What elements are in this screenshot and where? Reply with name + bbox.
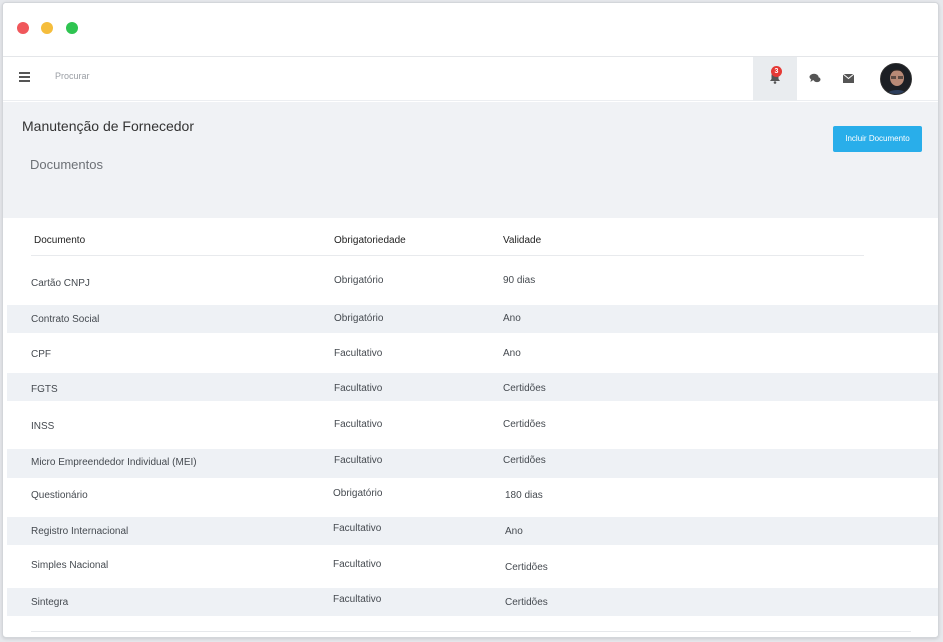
cell-validade: 90 dias — [503, 275, 536, 286]
cell-obrigatoriedade: Facultativo — [334, 383, 383, 394]
close-window-button[interactable] — [17, 22, 29, 34]
top-navbar: Procurar 3 — [3, 57, 938, 101]
minimize-window-button[interactable] — [41, 22, 53, 34]
table-row[interactable]: CPF Facultativo Ano — [7, 333, 938, 373]
table-row[interactable]: Contrato Social Obrigatório Ano — [7, 305, 938, 333]
hamburger-icon[interactable] — [19, 72, 31, 84]
column-header-documento[interactable]: Documento — [34, 235, 85, 246]
user-avatar[interactable] — [880, 63, 912, 95]
cell-documento: Simples Nacional — [31, 560, 109, 571]
cell-validade: Certidões — [505, 562, 548, 573]
page-header: Manutenção de Fornecedor Documentos Incl… — [3, 102, 938, 218]
cell-obrigatoriedade: Facultativo — [333, 594, 382, 605]
cell-validade: Certidões — [505, 597, 548, 608]
cell-documento: CPF — [31, 349, 51, 360]
add-document-button[interactable]: Incluir Documento — [833, 126, 922, 152]
table-row[interactable]: INSS Facultativo Certidões — [7, 401, 938, 449]
cell-obrigatoriedade: Facultativo — [334, 455, 383, 466]
browser-window: Procurar 3 Manutenção de Fornecedor Docu… — [2, 2, 939, 638]
avatar-image — [881, 64, 911, 94]
cell-obrigatoriedade: Facultativo — [333, 559, 382, 570]
chat-icon[interactable] — [809, 73, 821, 84]
cell-documento: FGTS — [31, 384, 58, 395]
table-row[interactable]: Micro Empreendedor Individual (MEI) Facu… — [7, 449, 938, 478]
table-footer-divider — [31, 631, 911, 632]
table-row[interactable]: Cartão CNPJ Obrigatório 90 dias — [7, 264, 938, 302]
page-title: Manutenção de Fornecedor — [22, 118, 194, 134]
cell-obrigatoriedade: Facultativo — [334, 348, 383, 359]
section-subtitle: Documentos — [30, 157, 103, 172]
table-header: Documento Obrigatoriedade Validade — [31, 218, 864, 256]
search-input[interactable]: Procurar — [55, 71, 90, 81]
cell-validade: Ano — [503, 313, 521, 324]
cell-validade: Ano — [503, 348, 521, 359]
cell-validade: Ano — [505, 526, 523, 537]
cell-documento: INSS — [31, 421, 55, 432]
cell-obrigatoriedade: Facultativo — [334, 419, 383, 430]
cell-obrigatoriedade: Obrigatório — [334, 313, 384, 324]
table-row[interactable]: Simples Nacional Facultativo Certidões — [7, 545, 938, 587]
notifications-button[interactable]: 3 — [753, 57, 797, 101]
cell-documento: Questionário — [31, 490, 88, 501]
cell-validade: Certidões — [503, 455, 546, 466]
cell-documento: Cartão CNPJ — [31, 278, 90, 289]
table-row[interactable]: FGTS Facultativo Certidões — [7, 373, 938, 401]
cell-documento: Registro Internacional — [31, 526, 129, 537]
cell-obrigatoriedade: Obrigatório — [334, 275, 384, 286]
cell-documento: Contrato Social — [31, 314, 100, 325]
cell-validade: 180 dias — [505, 490, 543, 501]
mail-icon[interactable] — [843, 74, 854, 83]
cell-obrigatoriedade: Obrigatório — [333, 488, 383, 499]
cell-obrigatoriedade: Facultativo — [333, 523, 382, 534]
cell-validade: Certidões — [503, 419, 546, 430]
column-header-obrigatoriedade[interactable]: Obrigatoriedade — [334, 235, 406, 246]
table-row[interactable]: Questionário Obrigatório 180 dias — [7, 478, 938, 517]
documents-table: Documento Obrigatoriedade Validade Cartã… — [7, 218, 938, 637]
cell-documento: Micro Empreendedor Individual (MEI) — [31, 457, 197, 468]
table-row[interactable]: Registro Internacional Facultativo Ano — [7, 517, 938, 545]
cell-validade: Certidões — [503, 383, 546, 394]
maximize-window-button[interactable] — [66, 22, 78, 34]
table-row[interactable]: Sintegra Facultativo Certidões — [7, 588, 938, 616]
column-header-validade[interactable]: Validade — [503, 235, 541, 246]
cell-documento: Sintegra — [31, 597, 69, 608]
title-bar — [3, 3, 938, 57]
notification-count-badge: 3 — [771, 66, 782, 77]
